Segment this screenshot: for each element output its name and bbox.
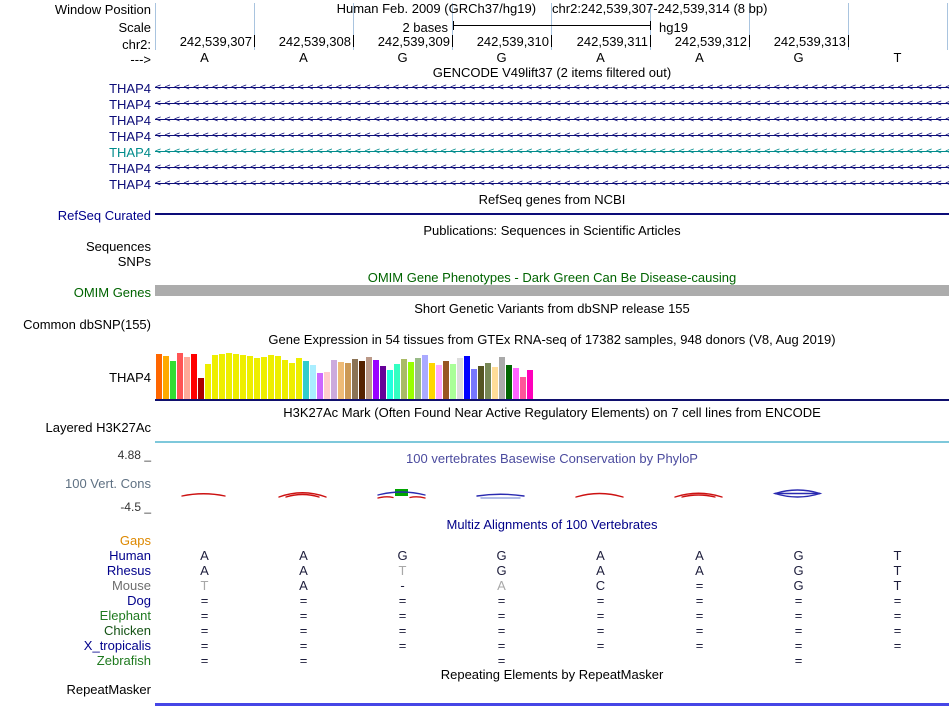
alignment-base: = xyxy=(794,653,803,668)
species-label[interactable]: Gaps xyxy=(0,533,151,548)
alignment-base: = xyxy=(299,653,308,668)
species-label[interactable]: X_tropicalis xyxy=(0,638,151,653)
alignment-base: = xyxy=(200,608,209,623)
alignment-base: = xyxy=(794,608,803,623)
alignment-base: = xyxy=(299,608,308,623)
alignment-base: A xyxy=(695,563,704,578)
alignment-base: = xyxy=(398,593,407,608)
alignment-base: G xyxy=(397,548,408,563)
alignment-base: = xyxy=(497,638,506,653)
alignment-base: = xyxy=(893,608,902,623)
alignment-base: A xyxy=(596,548,605,563)
alignment-base: T xyxy=(893,563,902,578)
alignment-base: = xyxy=(200,623,209,638)
multiz-alignment-rows: Gaps Human A A G G A A G T Rhesus A A T G A A G T Mouse T A - A… xyxy=(0,0,950,713)
alignment-base: = xyxy=(695,638,704,653)
alignment-base: G xyxy=(496,563,507,578)
alignment-base: = xyxy=(398,608,407,623)
repeatmasker-track-label[interactable]: RepeatMasker xyxy=(0,682,151,697)
alignment-base: A xyxy=(299,578,308,593)
alignment-base: = xyxy=(299,623,308,638)
alignment-base: A xyxy=(695,548,704,563)
species-label[interactable]: Chicken xyxy=(0,623,151,638)
repeatmasker-track-title[interactable]: Repeating Elements by RepeatMasker xyxy=(155,668,949,682)
alignment-base: = xyxy=(893,638,902,653)
alignment-base: = xyxy=(497,623,506,638)
alignment-base: A xyxy=(200,563,209,578)
alignment-base: = xyxy=(695,593,704,608)
alignment-base: A xyxy=(299,563,308,578)
alignment-base: = xyxy=(596,608,605,623)
alignment-base: = xyxy=(695,608,704,623)
species-label[interactable]: Rhesus xyxy=(0,563,151,578)
alignment-base: T xyxy=(398,563,407,578)
species-label[interactable]: Human xyxy=(0,548,151,563)
alignment-base: T xyxy=(893,548,902,563)
alignment-base: = xyxy=(695,578,704,593)
alignment-base: = xyxy=(497,593,506,608)
alignment-base: = xyxy=(794,623,803,638)
alignment-base: = xyxy=(299,593,308,608)
bottom-border-line xyxy=(155,703,949,706)
alignment-base: = xyxy=(299,638,308,653)
alignment-base: A xyxy=(200,548,209,563)
alignment-base: = xyxy=(200,638,209,653)
alignment-base: A xyxy=(299,548,308,563)
alignment-base: = xyxy=(794,593,803,608)
alignment-base: T xyxy=(893,578,902,593)
alignment-base: = xyxy=(596,623,605,638)
alignment-base: = xyxy=(200,593,209,608)
genome-browser-image: Window Position Human Feb. 2009 (GRCh37/… xyxy=(0,0,950,713)
alignment-base: = xyxy=(596,638,605,653)
alignment-base: = xyxy=(497,653,506,668)
alignment-base: C xyxy=(595,578,606,593)
alignment-base: = xyxy=(398,623,407,638)
alignment-base: = xyxy=(398,638,407,653)
alignment-base: = xyxy=(893,593,902,608)
alignment-base: A xyxy=(596,563,605,578)
species-label[interactable]: Mouse xyxy=(0,578,151,593)
alignment-base: = xyxy=(893,623,902,638)
alignment-base: = xyxy=(794,638,803,653)
alignment-base: - xyxy=(400,578,405,593)
species-label[interactable]: Dog xyxy=(0,593,151,608)
species-label[interactable]: Zebrafish xyxy=(0,653,151,668)
alignment-base: G xyxy=(793,563,804,578)
species-label[interactable]: Elephant xyxy=(0,608,151,623)
alignment-base: T xyxy=(200,578,209,593)
alignment-base: = xyxy=(596,593,605,608)
alignment-base: G xyxy=(496,548,507,563)
alignment-base: G xyxy=(793,548,804,563)
alignment-base: A xyxy=(497,578,506,593)
alignment-base: G xyxy=(793,578,804,593)
alignment-base: = xyxy=(695,623,704,638)
alignment-base: = xyxy=(200,653,209,668)
alignment-base: = xyxy=(497,608,506,623)
